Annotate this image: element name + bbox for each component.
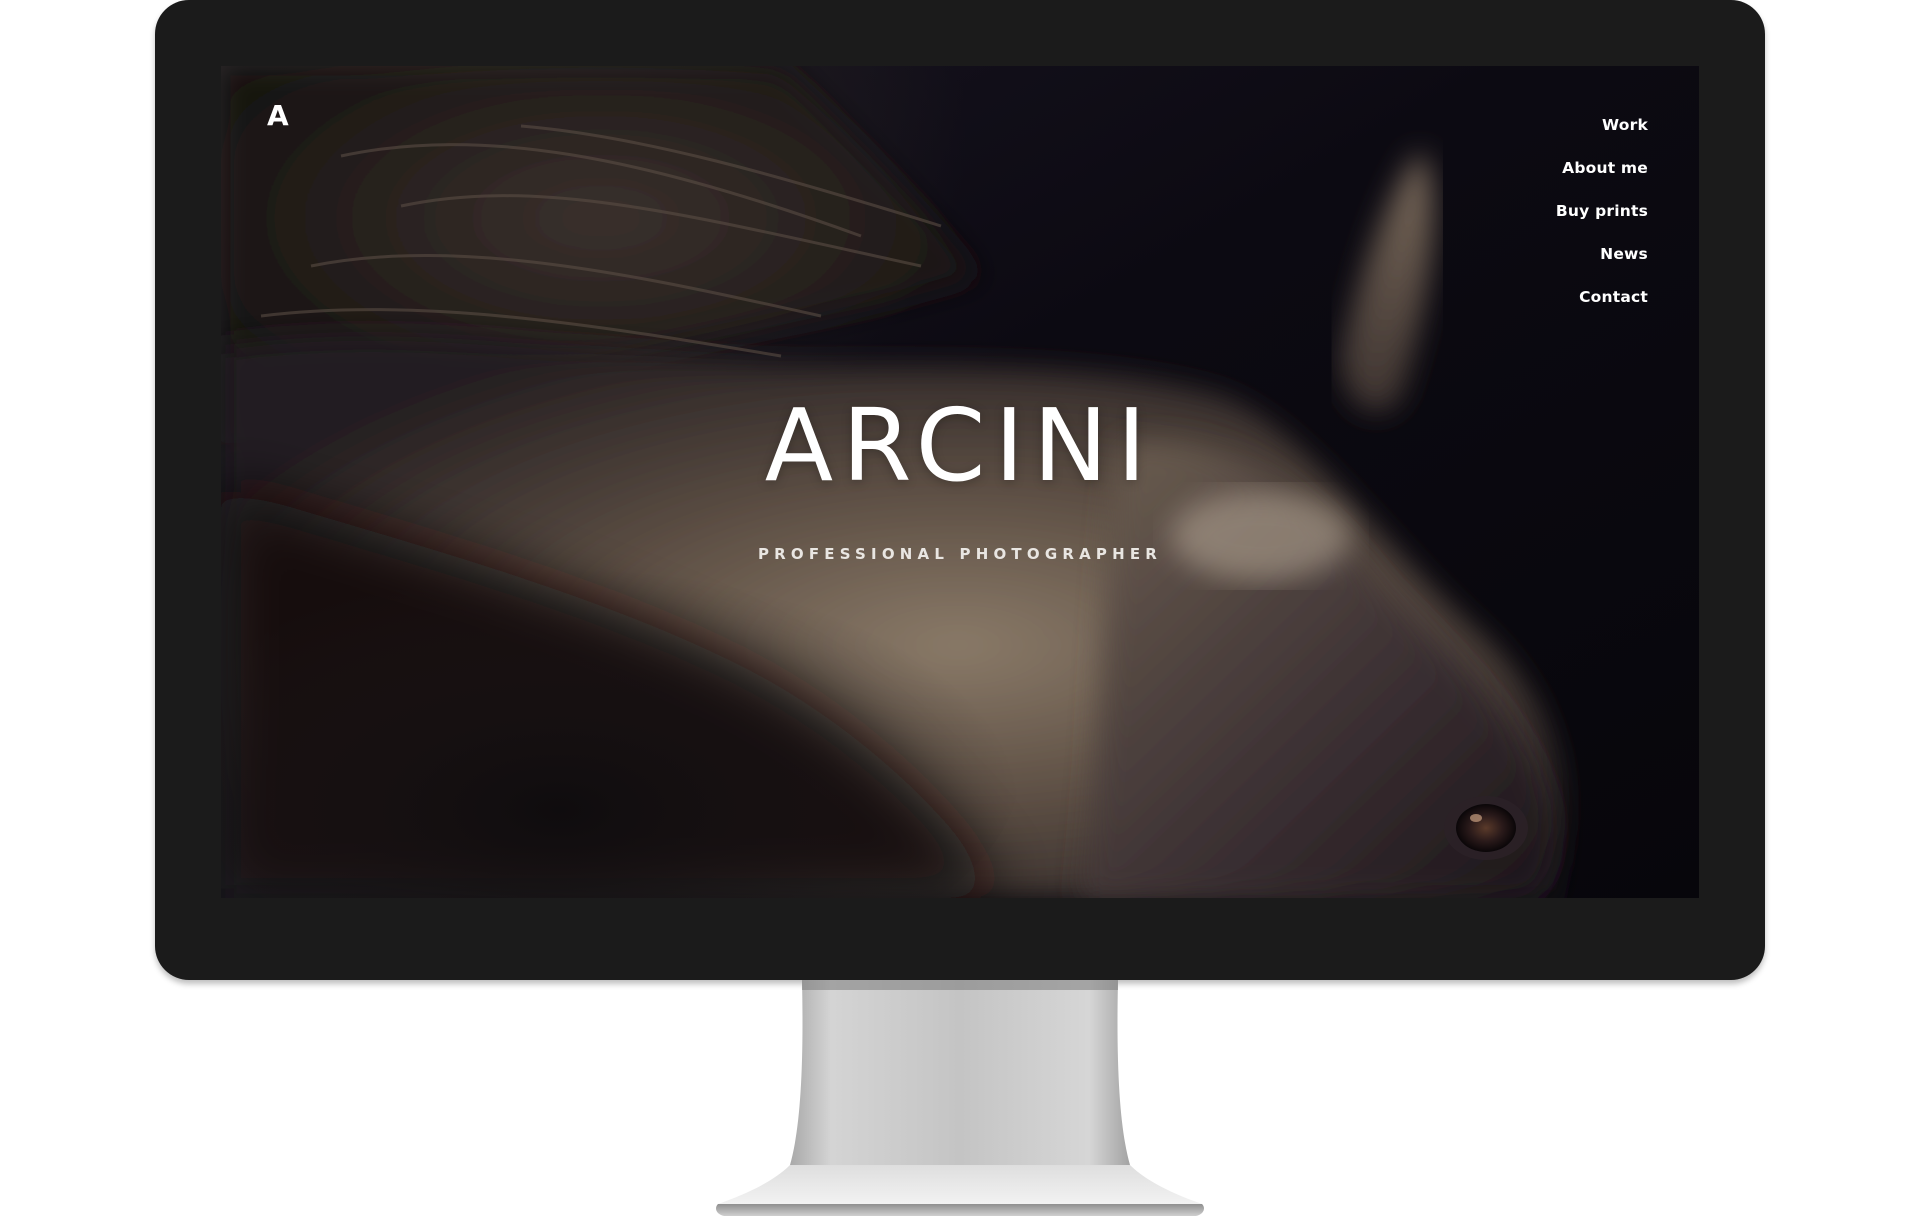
mockup-page: A Work About me Buy prints News Contact <box>0 0 1920 1224</box>
nav-link-work[interactable]: Work <box>1602 116 1648 134</box>
nav-link-news[interactable]: News <box>1600 245 1648 263</box>
site-logo[interactable]: A <box>267 102 289 130</box>
nav-item-contact: Contact <box>1556 288 1648 331</box>
nav-item-news: News <box>1556 245 1648 288</box>
nav-item-work: Work <box>1556 116 1648 159</box>
nav-item-buy-prints: Buy prints <box>1556 202 1648 245</box>
nav-link-buy-prints[interactable]: Buy prints <box>1556 202 1648 220</box>
hero-subtitle: PROFESSIONAL PHOTOGRAPHER <box>757 545 1163 563</box>
nav-link-about-me[interactable]: About me <box>1562 159 1648 177</box>
nav-item-about-me: About me <box>1556 159 1648 202</box>
main-navigation: Work About me Buy prints News Contact <box>1556 116 1648 331</box>
monitor-stand <box>716 980 1204 1216</box>
nav-link-contact[interactable]: Contact <box>1579 288 1648 306</box>
monitor-bezel: A Work About me Buy prints News Contact <box>155 0 1765 980</box>
hero-title: ARCINI <box>764 387 1156 504</box>
website-screen: A Work About me Buy prints News Contact <box>221 66 1699 898</box>
